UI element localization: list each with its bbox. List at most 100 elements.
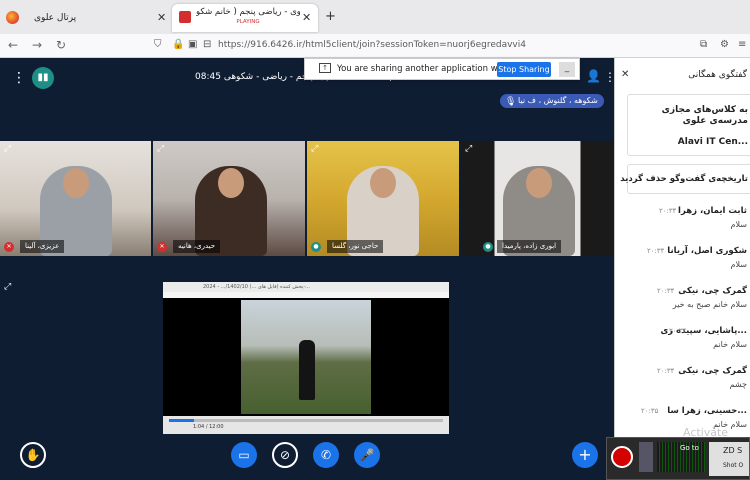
recorder-box-subtitle: Shot O bbox=[723, 462, 744, 469]
message-time: ۲۰:۳۴ bbox=[669, 327, 687, 335]
message-author: ثابت ایمان، زهرا bbox=[678, 206, 747, 216]
tab-playing-label: PLAYING bbox=[236, 19, 260, 25]
screen-share-permission-icon[interactable]: ⊟ bbox=[203, 39, 211, 50]
message-time: ۲۰:۳۴ bbox=[659, 207, 677, 215]
shared-window-title: پخش کننده (فایل های ...) 1402/10/... - 2… bbox=[203, 284, 310, 290]
muted-mic-icon: ✕ bbox=[157, 242, 167, 252]
player-progress-fill bbox=[169, 419, 194, 422]
new-tab-icon[interactable]: + bbox=[325, 9, 336, 24]
chat-header: ✕ گفتگوی همگانی bbox=[615, 64, 750, 84]
firefox-icon bbox=[6, 11, 19, 24]
message-author: گمرک چی، نیکی bbox=[678, 366, 747, 376]
screen-recorder-overlay: Go to ZD S Shot O bbox=[606, 437, 750, 480]
mic-on-icon: ● bbox=[483, 242, 493, 252]
player-progress-bar[interactable] bbox=[169, 419, 443, 422]
extensions-icon[interactable]: ⚙ bbox=[720, 39, 729, 50]
recording-icon[interactable]: ▮▮ bbox=[32, 67, 54, 89]
recorder-info-box[interactable]: ZD S Shot O bbox=[709, 442, 749, 476]
talking-names: شکوهه ، گلنوش ، ف نیا bbox=[518, 96, 598, 105]
participant-name: حاجی نور، گلسا bbox=[327, 240, 384, 253]
audio-phone-button[interactable]: ✆ bbox=[313, 442, 339, 468]
muted-mic-icon: ✕ bbox=[4, 242, 14, 252]
microphone-icon: 🎙 bbox=[505, 97, 517, 107]
chat-cleared-text: تاریخچه‌ی گفت‌وگو حذف گردید bbox=[620, 174, 748, 184]
tab-classroom[interactable]: علوی - ریاضی پنجم ( خانم شکو... PLAYING … bbox=[172, 4, 318, 32]
microphone-button[interactable]: 🎤 bbox=[354, 442, 380, 468]
raise-hand-button[interactable]: ✋ bbox=[20, 442, 46, 468]
welcome-line: به کلاس‌های مجازی bbox=[661, 105, 748, 115]
message-text: سلام خانم bbox=[713, 340, 747, 349]
message-text: سلام bbox=[730, 260, 747, 269]
message-time: ۲۰:۳۴ bbox=[647, 247, 665, 255]
welcome-line: مدرسه‌ی علوی bbox=[682, 116, 748, 126]
screenshare-view[interactable]: پخش کننده (فایل های ...) 1402/10/... - 2… bbox=[163, 282, 449, 434]
actions-plus-button[interactable]: + bbox=[572, 442, 598, 468]
camera-permission-icon[interactable]: ▣ bbox=[188, 39, 197, 50]
chat-message: گمرک چی، نیکی ۲۰:۳۴ سلام خانم صبح به خیر bbox=[615, 286, 750, 326]
participant-name: ابوری زاده، پارمیدا bbox=[497, 240, 562, 253]
picture-in-picture-icon[interactable]: ⧉ bbox=[700, 39, 707, 50]
video-tile[interactable]: ⤢ ✕ حیدری، هانیه bbox=[153, 141, 305, 256]
reload-icon[interactable]: ↻ bbox=[56, 38, 66, 52]
video-tile[interactable]: ⤢ ● ابوری زاده، پارمیدا bbox=[461, 141, 614, 256]
minimize-banner-button[interactable]: _ bbox=[559, 62, 575, 77]
participant-name: عزیزی، آلینا bbox=[20, 240, 65, 253]
forward-icon[interactable]: → bbox=[32, 38, 42, 52]
expand-screenshare-icon[interactable]: ⤢ bbox=[4, 282, 11, 292]
participant-head bbox=[63, 168, 89, 198]
shared-video-frame bbox=[241, 300, 371, 414]
chat-message: پاشایی، سپیده ری... ۲۰:۳۴ سلام خانم bbox=[615, 326, 750, 366]
message-time: ۲۰:۳۵ bbox=[641, 407, 659, 415]
share-window-icon: ↑ bbox=[319, 63, 331, 73]
expand-icon[interactable]: ⤢ bbox=[4, 144, 11, 154]
message-author: شکوری اصل، آریانا bbox=[667, 246, 747, 256]
chat-cleared-notice: تاریخچه‌ی گفت‌وگو حذف گردید bbox=[620, 164, 750, 194]
camera-off-button[interactable]: ⊘ bbox=[272, 442, 298, 468]
url-text[interactable]: https://916.6426.ir/html5client/join?ses… bbox=[218, 40, 526, 50]
recorder-label: Go to bbox=[680, 444, 699, 452]
expand-icon[interactable]: ⤢ bbox=[157, 144, 164, 154]
participant-head bbox=[526, 168, 552, 198]
tab-title: علوی - ریاضی پنجم ( خانم شکو... bbox=[196, 7, 300, 17]
message-time: ۲۰:۳۴ bbox=[657, 287, 675, 295]
more-options-icon[interactable]: ⋮ bbox=[12, 70, 26, 86]
menu-icon[interactable]: ≡ bbox=[738, 39, 746, 50]
video-tile[interactable]: ⤢ ✕ عزیزی، آلینا bbox=[0, 141, 151, 256]
back-icon[interactable]: ← bbox=[8, 38, 18, 52]
talking-indicator[interactable]: 🎙 شکوهه ، گلنوش ، ف نیا bbox=[500, 94, 604, 108]
address-bar: ← → ↻ ⛉ 🔒 ▣ ⊟ https://916.6426.ir/html5c… bbox=[0, 34, 750, 58]
user-list-icon[interactable]: 👤 bbox=[586, 69, 601, 83]
player-time: 1:04 / 12:00 bbox=[193, 424, 224, 430]
message-text: چشم bbox=[729, 380, 747, 389]
chat-title: گفتگوی همگانی bbox=[688, 70, 747, 80]
browser-tab-bar: پرتال علوی ✕ علوی - ریاضی پنجم ( خانم شک… bbox=[0, 0, 750, 34]
player-controls: 1:04 / 12:00 bbox=[163, 416, 449, 434]
tab-alavi-portal[interactable]: پرتال علوی ✕ bbox=[0, 4, 172, 32]
video-tile[interactable]: ⤢ ● حاجی نور، گلسا bbox=[307, 141, 459, 256]
shield-icon[interactable]: ⛉ bbox=[154, 39, 162, 50]
lock-icon[interactable]: 🔒 bbox=[172, 39, 184, 50]
sharing-notification-banner: ↑ You are sharing another application wi… bbox=[304, 58, 580, 80]
message-author: حسینی، زهرا سا... bbox=[667, 406, 747, 416]
close-tab-icon[interactable]: ✕ bbox=[302, 11, 311, 24]
meeting-stage: ⋮ ▮▮ 08:45 تا 08:00 | 1403/10/0... پایه … bbox=[0, 58, 616, 480]
close-chat-icon[interactable]: ✕ bbox=[621, 69, 629, 80]
participant-head bbox=[370, 168, 396, 198]
record-button[interactable] bbox=[611, 446, 633, 468]
recorder-app-icon[interactable] bbox=[639, 442, 653, 472]
welcome-message: به کلاس‌های مجازی مدرسه‌ی علوی Alavi IT … bbox=[627, 94, 750, 156]
chat-message: ثابت ایمان، زهرا ۲۰:۳۴ سلام bbox=[615, 206, 750, 246]
message-text: سلام خانم صبح به خیر bbox=[672, 300, 747, 309]
recorder-box-title: ZD S bbox=[723, 446, 743, 455]
close-tab-icon[interactable]: ✕ bbox=[157, 11, 166, 24]
chat-message: شکوری اصل، آریانا ۲۰:۳۴ سلام bbox=[615, 246, 750, 286]
expand-icon[interactable]: ⤢ bbox=[465, 144, 472, 154]
message-author: گمرک چی، نیکی bbox=[678, 286, 747, 296]
tab-title: پرتال علوی bbox=[34, 13, 77, 23]
public-chat-panel: ✕ گفتگوی همگانی به کلاس‌های مجازی مدرسه‌… bbox=[614, 58, 750, 480]
message-time: ۲۰:۳۴ bbox=[657, 367, 675, 375]
stop-sharing-button[interactable]: Stop Sharing bbox=[497, 62, 551, 77]
expand-icon[interactable]: ⤢ bbox=[311, 144, 318, 154]
share-screen-button[interactable]: ▭ bbox=[231, 442, 257, 468]
mic-on-icon: ● bbox=[311, 242, 321, 252]
